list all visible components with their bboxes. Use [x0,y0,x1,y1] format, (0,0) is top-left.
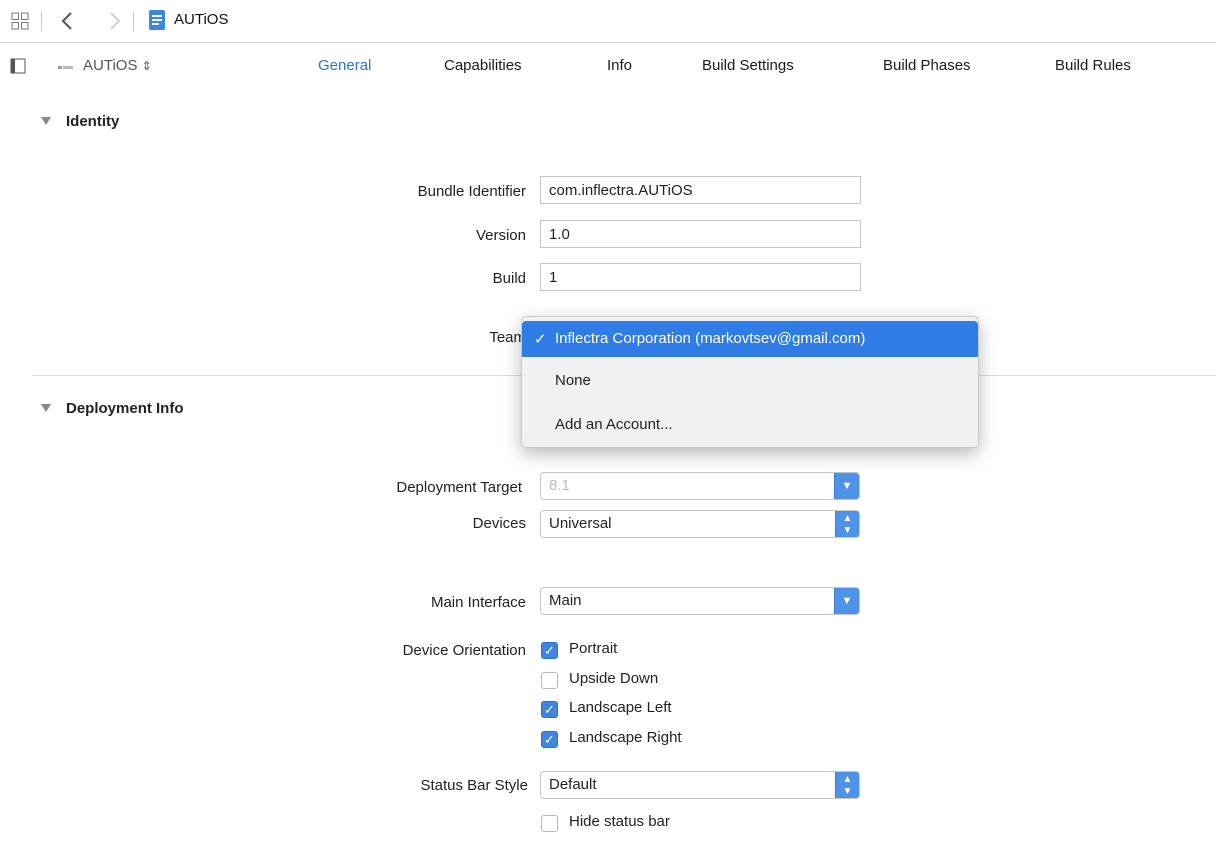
up-down-chevron-icon: ▲ ▼ [835,511,859,537]
tab-build-rules[interactable]: Build Rules [1055,57,1131,74]
main-interface-label: Main Interface [430,594,526,611]
checkbox-empty-icon [541,672,558,689]
orientation-upside-down-label: Upside Down [569,670,659,687]
orientation-landscape-right-label: Landscape Right [569,729,682,746]
tab-info[interactable]: Info [607,57,632,74]
orientation-landscape-left-label: Landscape Left [569,699,672,716]
up-down-chevron-icon: ⇕ [141,59,152,73]
forward-arrow-icon[interactable] [108,11,122,31]
team-label: Team [489,329,526,346]
status-bar-style-value: Default [549,776,597,793]
team-menu-item-label: Inflectra Corporation (markovtsev@gmail.… [555,330,866,347]
toggle-sidebar-icon[interactable] [10,58,26,74]
devices-value: Universal [549,515,612,532]
checkmark-icon: ✓ [541,642,558,659]
deployment-section-heading: Deployment Info [66,400,184,417]
back-arrow-icon[interactable] [60,11,74,31]
deployment-target-value: 8.1 [549,477,570,494]
navigator-bar: AUTiOS [0,0,1216,43]
hide-status-bar-label: Hide status bar [569,813,670,830]
deployment-disclosure-triangle-icon[interactable] [41,404,51,412]
identity-section-heading: Identity [66,113,120,130]
target-selector[interactable]: AUTiOS ⇕ [83,57,152,74]
device-orientation-label: Device Orientation [402,642,526,659]
orientation-portrait-label: Portrait [569,640,618,657]
team-menu-item-add-account[interactable]: Add an Account... [522,407,978,443]
build-label: Build [492,270,526,287]
team-menu-item-label: None [555,372,591,389]
deployment-target-label: Deployment Target [396,479,522,496]
status-bar-style-select[interactable]: Default ▲ ▼ [540,771,860,799]
tab-capabilities[interactable]: Capabilities [444,57,522,74]
chevron-down-icon: ▼ [834,473,859,499]
team-menu-item-label: Add an Account... [555,416,673,433]
bundle-identifier-field[interactable] [540,176,861,204]
version-field[interactable] [540,220,861,248]
team-menu-item-inflectra[interactable]: ✓ Inflectra Corporation (markovtsev@gmai… [522,321,978,357]
editor-tab-bar: AUTiOS ⇕ General Capabilities Info Build… [0,43,1216,91]
main-interface-select[interactable]: Main ▼ [540,587,860,615]
identity-disclosure-triangle-icon[interactable] [41,117,51,125]
version-label: Version [475,227,526,244]
status-bar-style-label: Status Bar Style [420,777,528,794]
main-interface-value: Main [549,592,582,609]
checkmark-icon: ✓ [541,701,558,718]
team-menu-item-none[interactable]: None [522,363,978,399]
tab-build-phases[interactable]: Build Phases [883,57,971,74]
build-field[interactable] [540,263,861,291]
deployment-target-select[interactable]: 8.1 ▼ [540,472,860,500]
team-popup-menu: ✓ Inflectra Corporation (markovtsev@gmai… [521,316,979,448]
devices-select[interactable]: Universal ▲ ▼ [540,510,860,538]
up-down-chevron-icon: ▲ ▼ [835,772,859,798]
target-selector-label: AUTiOS [83,57,138,74]
checkbox-empty-icon [541,815,558,832]
checkmark-icon: ✓ [534,331,547,348]
tab-build-settings[interactable]: Build Settings [702,57,794,74]
checkmark-icon: ✓ [541,731,558,748]
chevron-down-icon: ▼ [834,588,859,614]
related-items-grid-icon[interactable] [11,12,29,30]
devices-label: Devices [472,515,526,532]
target-icon [58,66,73,69]
project-file-icon [149,10,165,30]
tab-general[interactable]: General [318,57,371,74]
bundle-identifier-label: Bundle Identifier [417,183,526,200]
breadcrumb-project-name[interactable]: AUTiOS [174,11,228,28]
